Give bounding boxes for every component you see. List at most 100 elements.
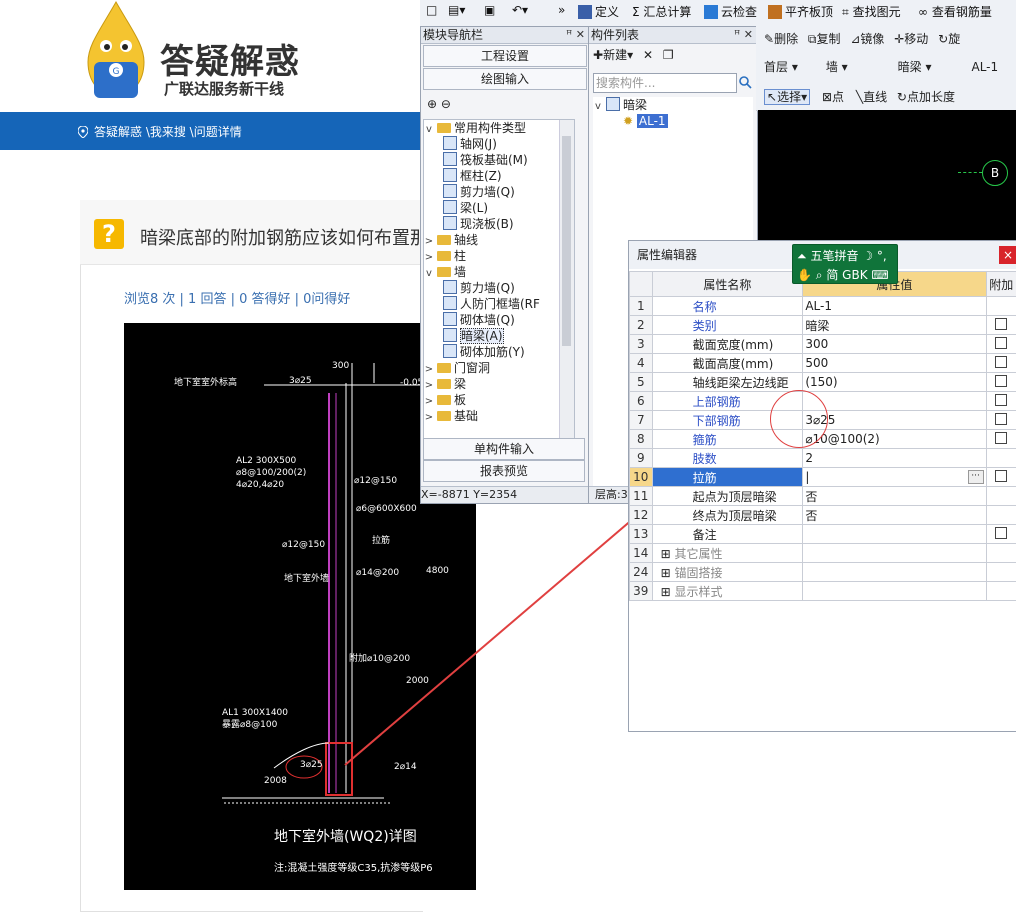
property-row[interactable]: 10拉筋|··· bbox=[630, 468, 1016, 487]
nav-tree-item[interactable]: 框柱(Z) bbox=[424, 168, 574, 184]
property-value-cell[interactable] bbox=[803, 392, 986, 411]
property-value-cell[interactable]: ⌀10@100(2) bbox=[803, 430, 986, 449]
property-value[interactable]: 300 bbox=[805, 337, 828, 351]
nav-tree-item[interactable]: >柱 bbox=[424, 248, 574, 264]
extra-checkbox[interactable] bbox=[995, 527, 1007, 539]
point-length-button[interactable]: ↻点加长度 bbox=[897, 90, 955, 104]
property-row[interactable]: 12终点为顶层暗梁否 bbox=[630, 506, 1016, 525]
delete-icon[interactable]: ✕ bbox=[643, 48, 653, 62]
view-rebar-button[interactable]: ∞ 查看钢筋量 bbox=[918, 3, 992, 20]
define-button[interactable]: 定义 bbox=[578, 3, 619, 20]
property-row[interactable]: 11起点为顶层暗梁否 bbox=[630, 487, 1016, 506]
point-button[interactable]: ⊠点 bbox=[822, 90, 844, 104]
rotate-button[interactable]: ↻旋 bbox=[938, 32, 960, 46]
nav-tree-item[interactable]: >轴线 bbox=[424, 232, 574, 248]
line-button[interactable]: ╲直线 bbox=[856, 90, 887, 104]
extra-checkbox[interactable] bbox=[995, 394, 1007, 406]
property-row[interactable]: 39⊞ 显示样式 bbox=[630, 582, 1016, 601]
extra-checkbox[interactable] bbox=[995, 470, 1007, 482]
delete-button[interactable]: ✎删除 bbox=[764, 32, 798, 46]
new-component-button[interactable]: ✚新建▾ bbox=[593, 48, 633, 62]
punct-icon[interactable]: °, bbox=[877, 249, 887, 263]
nav-tree-item[interactable]: v墙 bbox=[424, 264, 574, 280]
drawing-input-button[interactable]: 绘图输入 bbox=[423, 68, 587, 90]
ime-toolbar[interactable]: ⏶ 五笔拼音 ☽ °, ✋ ⌕ 简 GBK ⌨ bbox=[792, 244, 898, 284]
report-preview-button[interactable]: 报表预览 bbox=[423, 460, 585, 482]
open-folder-icon[interactable]: ▤▾ bbox=[448, 3, 465, 17]
mirror-button[interactable]: ⊿镜像 bbox=[850, 32, 884, 46]
component-search-input[interactable]: 搜索构件... bbox=[593, 73, 737, 93]
pin-close-icon[interactable]: ꟸ ✕ bbox=[566, 27, 585, 43]
property-value[interactable]: 否 bbox=[805, 509, 817, 523]
ime-expand-icon[interactable]: ⏶ bbox=[797, 249, 807, 263]
expand-collapse-icons[interactable]: ⊕ ⊖ bbox=[427, 97, 451, 111]
property-value-cell[interactable] bbox=[803, 582, 986, 601]
search-icon[interactable] bbox=[737, 73, 753, 91]
property-row[interactable]: 4截面高度(mm)500 bbox=[630, 354, 1016, 373]
nav-tree-item[interactable]: 现浇板(B) bbox=[424, 216, 574, 232]
move-button[interactable]: ✛移动 bbox=[894, 32, 928, 46]
property-value-cell[interactable]: 暗梁 bbox=[803, 316, 986, 335]
nav-tree-item[interactable]: >基础 bbox=[424, 408, 574, 424]
moon-icon[interactable]: ☽ bbox=[862, 249, 873, 263]
nav-tree-item[interactable]: v常用构件类型 bbox=[424, 120, 574, 136]
item-label[interactable]: AL-1 bbox=[637, 114, 668, 128]
tree-scrollbar[interactable] bbox=[559, 120, 574, 440]
ellipsis-button[interactable]: ··· bbox=[968, 470, 984, 484]
property-row[interactable]: 2类别暗梁 bbox=[630, 316, 1016, 335]
property-value[interactable]: 500 bbox=[805, 356, 828, 370]
property-value[interactable]: 2 bbox=[805, 451, 813, 465]
cloud-check-button[interactable]: 云检查 bbox=[704, 3, 757, 20]
save-icon[interactable]: ▣ bbox=[484, 3, 495, 17]
expand-group-icon[interactable]: ⊞ bbox=[661, 566, 675, 580]
floor-select[interactable]: 首层 ▾ bbox=[764, 58, 822, 75]
property-row[interactable]: 13备注 bbox=[630, 525, 1016, 544]
property-value-cell[interactable]: AL-1 bbox=[803, 297, 986, 316]
single-component-button[interactable]: 单构件输入 bbox=[423, 438, 585, 460]
extra-checkbox[interactable] bbox=[995, 375, 1007, 387]
tree-group-hidden-beam[interactable]: v暗梁 bbox=[593, 97, 753, 113]
property-value-cell[interactable]: 300 bbox=[803, 335, 986, 354]
property-value[interactable]: (150) bbox=[805, 375, 837, 389]
undo-icon[interactable]: ↶▾ bbox=[512, 3, 528, 17]
property-value-cell[interactable] bbox=[803, 525, 986, 544]
component-select[interactable]: AL-1 bbox=[971, 60, 998, 74]
summary-calc-button[interactable]: Σ 汇总计算 bbox=[632, 3, 691, 20]
property-value-cell[interactable]: 否 bbox=[803, 487, 986, 506]
drawing-canvas[interactable] bbox=[758, 110, 1016, 240]
nav-tree-item[interactable]: 暗梁(A) bbox=[424, 328, 574, 344]
nav-tree-item[interactable]: 砌体加筋(Y) bbox=[424, 344, 574, 360]
property-row[interactable]: 24⊞ 锚固搭接 bbox=[630, 563, 1016, 582]
hand-icon[interactable]: ✋ bbox=[797, 268, 812, 282]
expand-group-icon[interactable]: ⊞ bbox=[661, 585, 675, 599]
nav-tree-item[interactable]: 剪力墙(Q) bbox=[424, 280, 574, 296]
expand-group-icon[interactable]: ⊞ bbox=[661, 547, 675, 561]
property-row[interactable]: 5轴线距梁左边线距(150) bbox=[630, 373, 1016, 392]
extra-checkbox[interactable] bbox=[995, 432, 1007, 444]
nav-tree-item[interactable]: 剪力墙(Q) bbox=[424, 184, 574, 200]
pin-close-icon[interactable]: ꟸ ✕ bbox=[734, 27, 753, 43]
property-value-cell[interactable]: 500 bbox=[803, 354, 986, 373]
overflow-icon[interactable]: » bbox=[558, 3, 565, 17]
nav-tree-item[interactable]: >门窗洞 bbox=[424, 360, 574, 376]
extra-checkbox[interactable] bbox=[995, 356, 1007, 368]
extra-checkbox[interactable] bbox=[995, 413, 1007, 425]
property-value-cell[interactable]: 3⌀25 bbox=[803, 411, 986, 430]
type-select[interactable]: 墙 ▾ bbox=[826, 58, 894, 75]
tree-item-al1[interactable]: ✹ AL-1 bbox=[593, 113, 753, 129]
nav-tree-item[interactable]: 轴网(J) bbox=[424, 136, 574, 152]
expand-icon[interactable]: > bbox=[424, 410, 434, 426]
property-value[interactable]: 否 bbox=[805, 490, 817, 504]
property-value[interactable]: AL-1 bbox=[805, 299, 832, 313]
close-icon[interactable]: × bbox=[999, 246, 1016, 264]
copy-icon[interactable]: ❐ bbox=[663, 48, 674, 62]
copy-button[interactable]: ⧉复制 bbox=[808, 32, 841, 46]
keyboard-icon[interactable]: ⌨ bbox=[871, 268, 888, 282]
property-value[interactable]: 暗梁 bbox=[805, 319, 829, 333]
nav-tree-item[interactable]: 人防门框墙(RF bbox=[424, 296, 574, 312]
property-row[interactable]: 14⊞ 其它属性 bbox=[630, 544, 1016, 563]
nav-tree-item[interactable]: >梁 bbox=[424, 376, 574, 392]
nav-tree-item[interactable]: 砌体墙(Q) bbox=[424, 312, 574, 328]
property-value-cell[interactable] bbox=[803, 544, 986, 563]
property-value-cell[interactable]: 否 bbox=[803, 506, 986, 525]
